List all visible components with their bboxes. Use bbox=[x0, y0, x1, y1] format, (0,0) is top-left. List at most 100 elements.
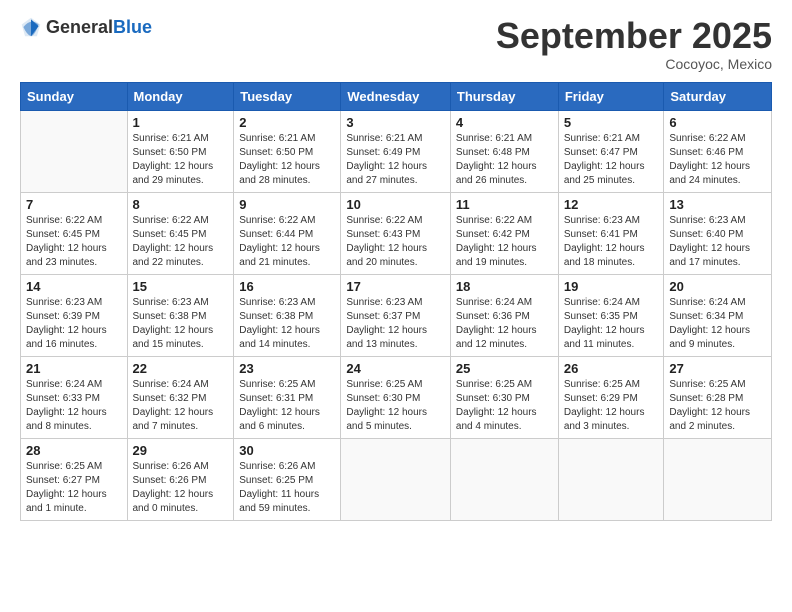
day-number: 6 bbox=[669, 115, 766, 130]
day-number: 3 bbox=[346, 115, 445, 130]
logo-blue: Blue bbox=[113, 17, 152, 37]
day-number: 11 bbox=[456, 197, 553, 212]
day-info: Sunrise: 6:25 AM Sunset: 6:29 PM Dayligh… bbox=[564, 378, 659, 434]
day-number: 1 bbox=[133, 115, 229, 130]
day-number: 8 bbox=[133, 197, 229, 212]
day-number: 16 bbox=[239, 279, 335, 294]
calendar-cell: 22Sunrise: 6:24 AM Sunset: 6:32 PM Dayli… bbox=[127, 356, 234, 438]
calendar-cell: 9 Sunrise: 6:22 AM Sunset: 6:44 PM Daylig… bbox=[234, 192, 341, 274]
calendar-cell: 12 Sunrise: 6:23 AM Sunset: 6:41 PM Dayli… bbox=[558, 192, 664, 274]
day-number: 22 bbox=[133, 361, 229, 376]
day-info: Sunrise: 6:24 AM Sunset: 6:35 PM Dayligh… bbox=[564, 296, 659, 352]
logo-text: GeneralBlue bbox=[46, 18, 152, 36]
day-number: 26 bbox=[564, 361, 659, 376]
calendar-cell: 30 Sunrise: 6:26 AM Sunset: 6:25 PM Dayli… bbox=[234, 438, 341, 520]
title-block: September 2025 Cocoyoc, Mexico bbox=[496, 16, 772, 72]
calendar-week-3: 14Sunrise: 6:23 AM Sunset: 6:39 PM Dayli… bbox=[21, 274, 772, 356]
calendar-week-4: 21 Sunrise: 6:24 AM Sunset: 6:33 PM Dayli… bbox=[21, 356, 772, 438]
calendar-cell: 21 Sunrise: 6:24 AM Sunset: 6:33 PM Dayli… bbox=[21, 356, 128, 438]
calendar-cell: 29Sunrise: 6:26 AM Sunset: 6:26 PM Dayli… bbox=[127, 438, 234, 520]
calendar-cell: 19 Sunrise: 6:24 AM Sunset: 6:35 PM Dayli… bbox=[558, 274, 664, 356]
calendar-cell: 27 Sunrise: 6:25 AM Sunset: 6:28 PM Dayli… bbox=[664, 356, 772, 438]
day-number: 4 bbox=[456, 115, 553, 130]
day-number: 21 bbox=[26, 361, 122, 376]
weekday-header-saturday: Saturday bbox=[664, 82, 772, 110]
calendar-cell: 1Sunrise: 6:21 AM Sunset: 6:50 PM Daylig… bbox=[127, 110, 234, 192]
calendar-cell: 14Sunrise: 6:23 AM Sunset: 6:39 PM Dayli… bbox=[21, 274, 128, 356]
day-info: Sunrise: 6:23 AM Sunset: 6:40 PM Dayligh… bbox=[669, 214, 766, 270]
calendar-cell: 3 Sunrise: 6:21 AM Sunset: 6:49 PM Daylig… bbox=[341, 110, 451, 192]
weekday-header-tuesday: Tuesday bbox=[234, 82, 341, 110]
day-number: 24 bbox=[346, 361, 445, 376]
weekday-header-row: SundayMondayTuesdayWednesdayThursdayFrid… bbox=[21, 82, 772, 110]
calendar-cell: 28 Sunrise: 6:25 AM Sunset: 6:27 PM Dayli… bbox=[21, 438, 128, 520]
calendar-week-5: 28 Sunrise: 6:25 AM Sunset: 6:27 PM Dayli… bbox=[21, 438, 772, 520]
day-number: 5 bbox=[564, 115, 659, 130]
calendar-body: 1Sunrise: 6:21 AM Sunset: 6:50 PM Daylig… bbox=[21, 110, 772, 520]
weekday-header-wednesday: Wednesday bbox=[341, 82, 451, 110]
day-number: 9 bbox=[239, 197, 335, 212]
day-number: 20 bbox=[669, 279, 766, 294]
weekday-header-friday: Friday bbox=[558, 82, 664, 110]
calendar-cell bbox=[21, 110, 128, 192]
day-info: Sunrise: 6:25 AM Sunset: 6:27 PM Dayligh… bbox=[26, 460, 122, 516]
calendar-cell: 16 Sunrise: 6:23 AM Sunset: 6:38 PM Dayli… bbox=[234, 274, 341, 356]
day-info: Sunrise: 6:21 AM Sunset: 6:48 PM Dayligh… bbox=[456, 132, 553, 188]
day-number: 23 bbox=[239, 361, 335, 376]
day-info: Sunrise: 6:23 AM Sunset: 6:41 PM Dayligh… bbox=[564, 214, 659, 270]
calendar-cell: 24 Sunrise: 6:25 AM Sunset: 6:30 PM Dayli… bbox=[341, 356, 451, 438]
calendar-cell: 10 Sunrise: 6:22 AM Sunset: 6:43 PM Dayli… bbox=[341, 192, 451, 274]
day-info: Sunrise: 6:23 AM Sunset: 6:38 PM Dayligh… bbox=[239, 296, 335, 352]
calendar-cell bbox=[341, 438, 451, 520]
calendar-cell: 11Sunrise: 6:22 AM Sunset: 6:42 PM Dayli… bbox=[450, 192, 558, 274]
calendar-cell: 18Sunrise: 6:24 AM Sunset: 6:36 PM Dayli… bbox=[450, 274, 558, 356]
day-number: 27 bbox=[669, 361, 766, 376]
page: GeneralBlue September 2025 Cocoyoc, Mexi… bbox=[0, 0, 792, 612]
calendar-cell: 6Sunrise: 6:22 AM Sunset: 6:46 PM Daylig… bbox=[664, 110, 772, 192]
calendar-cell: 8Sunrise: 6:22 AM Sunset: 6:45 PM Daylig… bbox=[127, 192, 234, 274]
day-number: 7 bbox=[26, 197, 122, 212]
day-number: 2 bbox=[239, 115, 335, 130]
calendar-header: SundayMondayTuesdayWednesdayThursdayFrid… bbox=[21, 82, 772, 110]
header: GeneralBlue September 2025 Cocoyoc, Mexi… bbox=[20, 16, 772, 72]
day-number: 15 bbox=[133, 279, 229, 294]
day-info: Sunrise: 6:21 AM Sunset: 6:49 PM Dayligh… bbox=[346, 132, 445, 188]
month-title: September 2025 bbox=[496, 16, 772, 56]
day-info: Sunrise: 6:24 AM Sunset: 6:34 PM Dayligh… bbox=[669, 296, 766, 352]
calendar-cell: 26 Sunrise: 6:25 AM Sunset: 6:29 PM Dayli… bbox=[558, 356, 664, 438]
location: Cocoyoc, Mexico bbox=[496, 56, 772, 72]
day-info: Sunrise: 6:22 AM Sunset: 6:43 PM Dayligh… bbox=[346, 214, 445, 270]
weekday-header-monday: Monday bbox=[127, 82, 234, 110]
calendar-week-1: 1Sunrise: 6:21 AM Sunset: 6:50 PM Daylig… bbox=[21, 110, 772, 192]
day-info: Sunrise: 6:25 AM Sunset: 6:28 PM Dayligh… bbox=[669, 378, 766, 434]
calendar-cell: 13Sunrise: 6:23 AM Sunset: 6:40 PM Dayli… bbox=[664, 192, 772, 274]
day-number: 25 bbox=[456, 361, 553, 376]
day-number: 12 bbox=[564, 197, 659, 212]
day-info: Sunrise: 6:26 AM Sunset: 6:25 PM Dayligh… bbox=[239, 460, 335, 516]
day-number: 30 bbox=[239, 443, 335, 458]
day-info: Sunrise: 6:23 AM Sunset: 6:38 PM Dayligh… bbox=[133, 296, 229, 352]
calendar-table: SundayMondayTuesdayWednesdayThursdayFrid… bbox=[20, 82, 772, 521]
calendar-cell bbox=[664, 438, 772, 520]
day-info: Sunrise: 6:23 AM Sunset: 6:39 PM Dayligh… bbox=[26, 296, 122, 352]
day-number: 28 bbox=[26, 443, 122, 458]
calendar-cell: 2Sunrise: 6:21 AM Sunset: 6:50 PM Daylig… bbox=[234, 110, 341, 192]
day-number: 29 bbox=[133, 443, 229, 458]
logo: GeneralBlue bbox=[20, 16, 152, 38]
calendar-cell: 17Sunrise: 6:23 AM Sunset: 6:37 PM Dayli… bbox=[341, 274, 451, 356]
day-info: Sunrise: 6:25 AM Sunset: 6:30 PM Dayligh… bbox=[346, 378, 445, 434]
day-info: Sunrise: 6:22 AM Sunset: 6:44 PM Dayligh… bbox=[239, 214, 335, 270]
day-number: 10 bbox=[346, 197, 445, 212]
weekday-header-sunday: Sunday bbox=[21, 82, 128, 110]
calendar-cell: 23 Sunrise: 6:25 AM Sunset: 6:31 PM Dayli… bbox=[234, 356, 341, 438]
calendar-cell: 15 Sunrise: 6:23 AM Sunset: 6:38 PM Dayli… bbox=[127, 274, 234, 356]
day-number: 19 bbox=[564, 279, 659, 294]
day-info: Sunrise: 6:25 AM Sunset: 6:31 PM Dayligh… bbox=[239, 378, 335, 434]
logo-icon bbox=[20, 16, 42, 38]
calendar-cell bbox=[450, 438, 558, 520]
day-info: Sunrise: 6:24 AM Sunset: 6:33 PM Dayligh… bbox=[26, 378, 122, 434]
calendar-cell: 20 Sunrise: 6:24 AM Sunset: 6:34 PM Dayli… bbox=[664, 274, 772, 356]
weekday-header-thursday: Thursday bbox=[450, 82, 558, 110]
day-info: Sunrise: 6:24 AM Sunset: 6:36 PM Dayligh… bbox=[456, 296, 553, 352]
day-info: Sunrise: 6:22 AM Sunset: 6:45 PM Dayligh… bbox=[26, 214, 122, 270]
